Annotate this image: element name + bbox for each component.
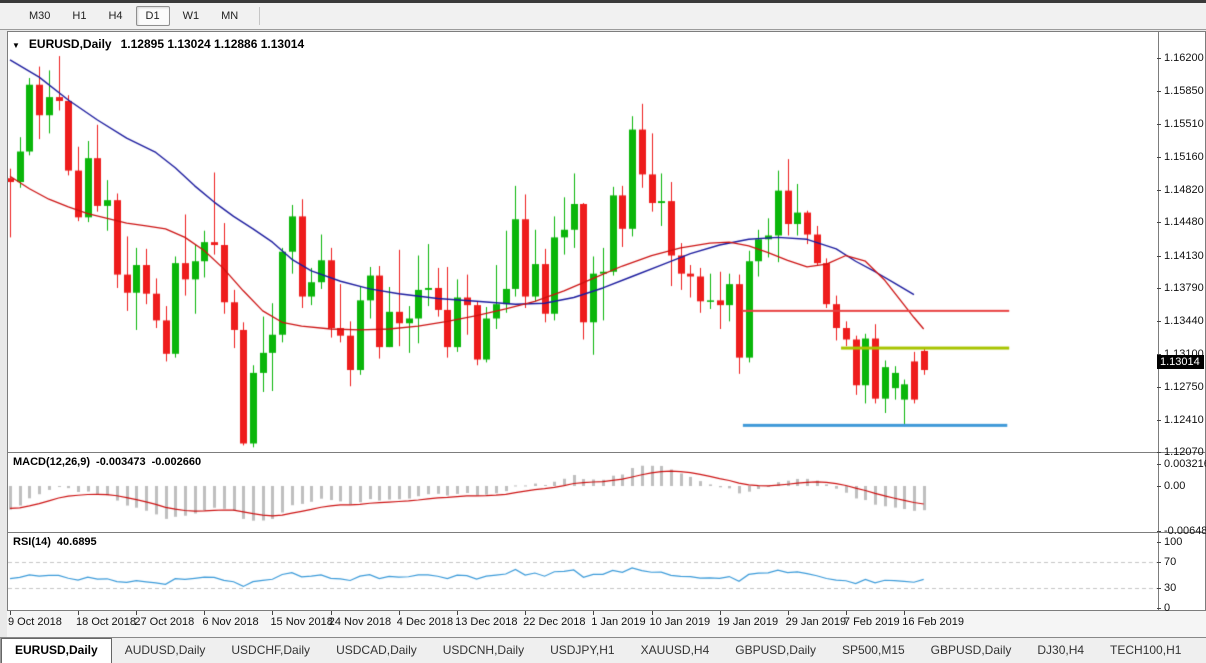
rsi-name: RSI(14) [13, 536, 51, 548]
axis-border [1158, 32, 1159, 452]
toolbar-divider [259, 7, 260, 25]
rsi-panel [7, 532, 1206, 611]
macd-value-signal: -0.002660 [152, 456, 202, 468]
chart-title: ▼ EURUSD,Daily 1.12895 1.13024 1.12886 1… [12, 37, 304, 51]
mt4-window: { "toolbar": { "timeframes": ["M30","H1"… [0, 0, 1206, 663]
timeframe-button-h4[interactable]: H4 [99, 7, 131, 25]
tab-scroll-controls: ◄► [1194, 638, 1206, 663]
rsi-canvas[interactable] [8, 533, 1157, 610]
rsi-label: RSI(14) 40.6895 [13, 536, 97, 548]
current-price-tag: 1.13014 [1157, 355, 1204, 369]
symbol-tab-usdcad-daily[interactable]: USDCAD,Daily [323, 638, 430, 663]
chart-ohlc-values: 1.12895 1.13024 1.12886 1.13014 [121, 37, 305, 51]
macd-name: MACD(12,26,9) [13, 456, 90, 468]
symbol-tab-sp500-m15[interactable]: SP500,M15 [829, 638, 918, 663]
timeframe-button-w1[interactable]: W1 [174, 7, 209, 25]
macd-label: MACD(12,26,9) -0.003473 -0.002660 [13, 456, 201, 468]
symbol-tab-bar: EURUSD,DailyAUDUSD,DailyUSDCHF,DailyUSDC… [0, 637, 1206, 663]
timeframe-button-mn[interactable]: MN [212, 7, 247, 25]
timeframe-button-m30[interactable]: M30 [20, 7, 59, 25]
symbol-dropdown-icon[interactable]: ▼ [12, 41, 20, 50]
date-axis [7, 611, 1206, 637]
symbol-tab-dj30-h4[interactable]: DJ30,H4 [1024, 638, 1097, 663]
price-chart-canvas[interactable] [8, 32, 1157, 452]
symbol-tab-audusd-daily[interactable]: AUDUSD,Daily [112, 638, 219, 663]
symbol-tab-gbpusd-daily[interactable]: GBPUSD,Daily [918, 638, 1025, 663]
price-chart-panel [7, 31, 1206, 453]
timeframe-toolbar: M30H1H4 D1W1MN [0, 3, 1206, 30]
symbol-tab-usdcnh-daily[interactable]: USDCNH,Daily [430, 638, 537, 663]
axis-border [1158, 533, 1159, 610]
symbol-tab-usdchf-daily[interactable]: USDCHF,Daily [218, 638, 323, 663]
symbol-tab-eurusd-daily[interactable]: EURUSD,Daily [1, 638, 112, 663]
symbol-tab-xauusd-h4[interactable]: XAUUSD,H4 [628, 638, 723, 663]
axis-border [1158, 453, 1159, 532]
timeframe-button-h1[interactable]: H1 [63, 7, 95, 25]
symbol-tab-usdjpy-h1[interactable]: USDJPY,H1 [537, 638, 627, 663]
symbol-tab-gbpusd-daily[interactable]: GBPUSD,Daily [722, 638, 829, 663]
macd-value-main: -0.003473 [96, 456, 146, 468]
rsi-value: 40.6895 [57, 536, 97, 548]
symbol-tab-tech100-h1[interactable]: TECH100,H1 [1097, 638, 1194, 663]
timeframe-button-d1[interactable]: D1 [136, 6, 170, 26]
chart-symbol-label: EURUSD,Daily [29, 37, 112, 51]
